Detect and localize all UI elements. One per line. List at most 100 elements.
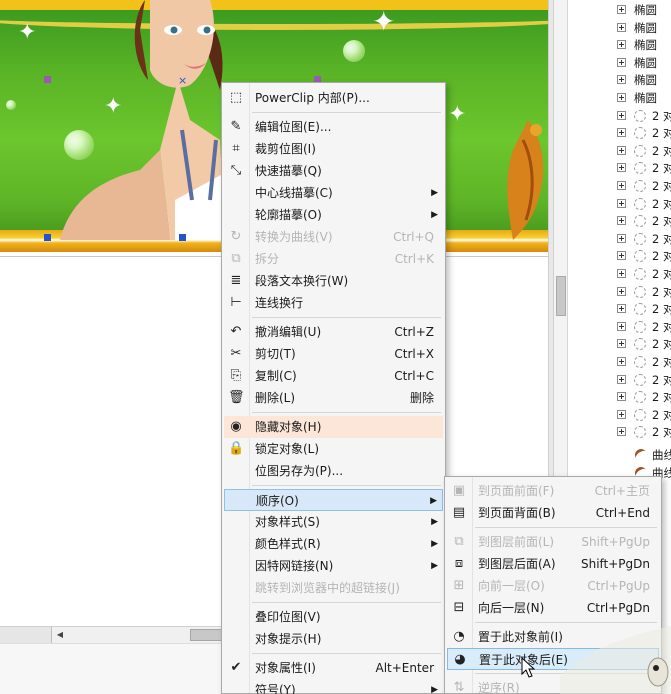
object-tree-row[interactable]: 2 对 [568,265,671,283]
mouse-cursor-icon [521,657,535,678]
forward-one-icon: ⊞ [453,578,465,593]
expand-plus-icon[interactable] [617,57,626,67]
object-tree-row[interactable]: 2 对 [568,159,671,177]
expand-plus-icon[interactable] [617,392,626,402]
object-tree-row[interactable]: 椭圆 [568,89,671,107]
empty-icon-slot [228,631,244,647]
expand-plus-icon[interactable] [617,75,626,85]
expand-plus-icon[interactable] [617,269,626,278]
expand-plus-icon[interactable] [617,216,626,226]
expand-plus-icon[interactable] [617,409,626,419]
menu-item-7[interactable]: 轮廓描摹(O) ▶ [224,204,443,226]
expand-plus-icon[interactable] [617,128,626,138]
expand-plus-icon[interactable] [617,110,626,120]
object-tree-row[interactable]: 椭圆 [568,71,671,89]
expand-plus-icon[interactable] [617,321,626,331]
expand-plus-icon[interactable] [617,427,626,437]
expand-plus-icon[interactable] [617,286,626,296]
object-tree-row[interactable]: 2 对 [568,195,671,213]
menu-item-4: ⧉ 到图层前面(L) Shift+PgUp [447,531,659,553]
expand-plus-icon[interactable] [617,357,626,366]
object-tree-row[interactable]: 2 对 [568,423,671,441]
menu-item-3[interactable]: ✎ 编辑位图(E)... [224,116,443,138]
menu-item-23[interactable]: 对象样式(S) ▶ [224,511,443,533]
menu-item-5[interactable]: ⧈ 到图层后面(A) Shift+PgDn [447,553,659,575]
vertical-scroll-thumb[interactable] [556,276,566,316]
menu-item-label: 位图另存为(P)... [255,464,344,478]
sparkle-icon: ✦ [372,5,396,38]
expand-plus-icon[interactable] [617,251,626,261]
menu-item-16[interactable]: 🗑 删除(L) 删除 [224,387,443,409]
menu-item-31[interactable]: ✔ 对象属性(I) Alt+Enter [224,657,443,679]
menu-item-label: 删除(L) [255,391,296,405]
menu-item-11[interactable]: ⊢ 连线换行 [224,292,443,314]
menu-item-18[interactable]: ◉ 隐藏对象(H) [224,416,443,438]
menu-item-32[interactable]: 符号(Y) ▶ [224,679,443,694]
object-tree-row[interactable]: 椭圆 [568,54,671,72]
horizontal-scroll-thumb[interactable] [190,629,222,641]
center-marker-icon[interactable]: × [178,74,187,87]
menu-item-10[interactable]: ≣ 段落文本换行(W) [224,270,443,292]
object-tree-row[interactable]: 椭圆 [568,19,671,37]
object-tree-row[interactable]: 椭圆 [568,36,671,54]
page-navigator[interactable] [0,627,52,643]
menu-item-29[interactable]: 对象提示(H) [224,628,443,650]
object-tree-row[interactable]: 2 对 [568,124,671,142]
selection-handle[interactable] [44,76,51,83]
object-tree-row[interactable]: 2 对 [568,388,671,406]
object-tree-row[interactable]: 曲线 [568,446,671,464]
menu-item-15[interactable]: ⎘ 复制(C) Ctrl+C [224,365,443,387]
object-tree-row[interactable]: 2 对 [568,318,671,336]
menu-item-5[interactable]: ⤡ 快速描摹(Q) [224,160,443,182]
object-tree-row[interactable]: 2 对 [568,230,671,248]
object-tree-row[interactable]: 2 对 [568,177,671,195]
object-tree-row[interactable]: 2 对 [568,406,671,424]
object-tree-row[interactable]: 2 对 [568,371,671,389]
menu-item-shortcut: Ctrl+Z [394,325,434,339]
menu-item-label: 转换为曲线(V) [255,230,333,244]
expand-plus-icon[interactable] [617,181,626,190]
expand-plus-icon[interactable] [617,374,626,384]
menu-item-24[interactable]: 颜色样式(R) ▶ [224,533,443,555]
expand-plus-icon[interactable] [617,304,626,314]
object-tree-row[interactable]: 2 对 [568,212,671,230]
scroll-left-icon[interactable]: ◀ [54,629,66,641]
menu-item-label: 对象样式(S) [255,515,320,529]
menu-item-6[interactable]: 中心线描摹(C) ▶ [224,182,443,204]
expand-plus-icon[interactable] [617,40,626,50]
menu-item-label: 轮廓描摹(O) [255,208,322,222]
expand-plus-icon[interactable] [617,198,626,208]
menu-item-1[interactable]: ⬚ PowerClip 内部(P)... [224,87,443,109]
submenu-arrow-icon: ▶ [431,539,438,549]
group-object-icon [634,144,646,157]
menu-item-19[interactable]: 🔒 锁定对象(L) [224,438,443,460]
empty-icon-slot [228,580,244,596]
object-tree-row[interactable]: 2 对 [568,247,671,265]
selection-handle[interactable] [44,234,51,241]
menu-item-shortcut: Ctrl+End [595,506,650,520]
object-tree-row[interactable]: 2 对 [568,283,671,301]
expand-plus-icon[interactable] [617,339,626,349]
menu-item-28[interactable]: 叠印位图(V) [224,606,443,628]
selection-handle[interactable] [179,234,186,241]
object-tree-row[interactable]: 2 对 [568,353,671,371]
expand-plus-icon[interactable] [617,5,626,14]
expand-plus-icon[interactable] [617,163,626,173]
object-tree-row[interactable]: 椭圆 [568,1,671,19]
menu-item-25[interactable]: 因特网链接(N) ▶ [224,555,443,577]
menu-item-20[interactable]: 位图另存为(P)... [224,460,443,482]
expand-plus-icon[interactable] [617,93,626,102]
menu-item-13[interactable]: ↶ 撤消编辑(U) Ctrl+Z [224,321,443,343]
menu-item-2[interactable]: ▤ 到页面背面(B) Ctrl+End [447,502,659,524]
object-tree-row[interactable]: 2 对 [568,300,671,318]
menu-item-22[interactable]: 顺序(O) ▶ [224,489,443,511]
expand-plus-icon[interactable] [617,145,626,155]
expand-plus-icon[interactable] [617,233,626,243]
expand-plus-icon[interactable] [617,22,626,32]
menu-item-14[interactable]: ✂ 剪切(T) Ctrl+X [224,343,443,365]
lock-icon: 🔒 [228,441,245,456]
object-tree-row[interactable]: 2 对 [568,335,671,353]
object-tree-row[interactable]: 2 对 [568,107,671,125]
menu-item-4[interactable]: ⌗ 裁剪位图(I) [224,138,443,160]
object-tree-row[interactable]: 2 对 [568,142,671,160]
